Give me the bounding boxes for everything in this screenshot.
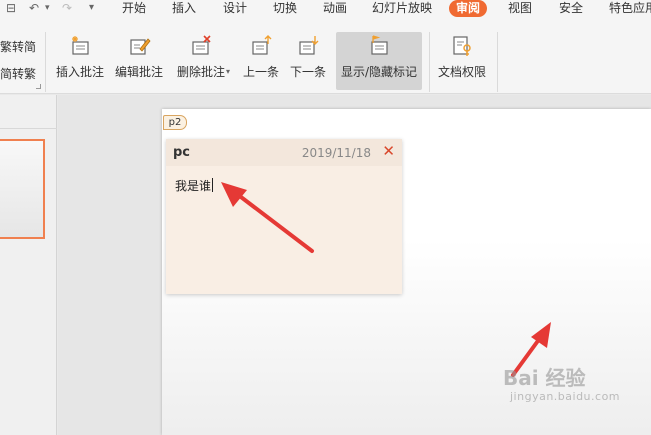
comment-date: 2019/11/18 [301,146,371,160]
document-icon[interactable]: ⊟ [6,0,16,16]
ribbon-divider [497,32,498,92]
delete-comment-button[interactable]: 删除批注 [172,34,230,86]
insert-comment-label: 插入批注 [55,65,104,79]
next-comment-icon [299,36,319,55]
menu-slideshow[interactable]: 幻灯片放映 [372,0,432,18]
document-permissions-button[interactable]: 文档权限 [437,34,487,86]
comment-text-field[interactable]: 我是谁 [175,177,214,194]
menu-review[interactable]: 审阅 [449,0,488,17]
watermark-url: jingyan.baidu.com [510,390,621,403]
previous-comment-icon [252,35,272,55]
show-hide-markup-icon [371,35,388,55]
previous-comment-button[interactable]: 上一条 [242,34,280,86]
close-icon[interactable]: ✕ [382,143,395,159]
watermark-logo-text: Bai 经验 [503,366,586,390]
previous-comment-label: 上一条 [242,65,279,79]
traditional-to-simplified-button[interactable]: 繁转简 [0,38,36,55]
comment-header: pc 2019/11/18 ✕ [166,139,402,166]
ribbon-divider [45,32,46,92]
menu-transitions[interactable]: 切换 [273,0,297,18]
delete-comment-dropdown-icon[interactable]: ▾ [226,67,230,76]
menu-animations[interactable]: 动画 [323,0,347,18]
show-hide-markup-button[interactable]: 显示/隐藏标记 [336,32,422,90]
comment-text: 我是谁 [175,179,212,193]
menu-view[interactable]: 视图 [508,0,532,18]
menu-security[interactable]: 安全 [559,0,583,18]
ribbon-divider [429,32,430,92]
next-comment-button[interactable]: 下一条 [289,34,327,86]
redo-icon[interactable]: ↷ [62,0,72,16]
dialog-launcher-icon[interactable] [36,84,41,89]
review-ribbon: 繁转简 简转繁 插入批注 编辑批注 删除批注 ▾ 上一条 下一条 显示/隐藏标记… [0,18,651,94]
comment-marker[interactable]: p2 [163,115,187,130]
edit-comment-button[interactable]: 编辑批注 [114,34,164,86]
baidu-watermark: Bai 经验 jingyan.baidu.com [503,362,651,412]
comment-card[interactable]: pc 2019/11/18 ✕ 我是谁 [166,139,402,294]
simplified-to-traditional-button[interactable]: 简转繁 [0,65,36,82]
comment-author: pc [173,145,191,160]
insert-comment-button[interactable]: 插入批注 [55,34,105,86]
undo-dropdown-icon[interactable]: ▾ [45,0,50,16]
edit-comment-icon [130,38,151,55]
next-comment-label: 下一条 [289,65,326,79]
delete-comment-label: 删除批注 [176,65,225,79]
menu-bar: ⊟ ↶ ▾ ↷ ▾ 开始 插入 设计 切换 动画 幻灯片放映 审阅 视图 安全 … [0,0,651,18]
slide-thumbnail-panel[interactable] [0,95,57,435]
customize-toolbar-icon[interactable]: ▾ [89,0,94,16]
delete-comment-icon [192,35,211,55]
insert-comment-icon [72,36,89,55]
panel-divider [0,128,57,129]
wps-presentation-window: ⊟ ↶ ▾ ↷ ▾ 开始 插入 设计 切换 动画 幻灯片放映 审阅 视图 安全 … [0,0,651,435]
document-permissions-label: 文档权限 [437,65,486,79]
document-permissions-icon [453,36,471,56]
menu-insert[interactable]: 插入 [172,0,196,18]
menu-special-apps[interactable]: 特色应用 [609,0,651,18]
show-hide-markup-label: 显示/隐藏标记 [340,65,418,79]
edit-comment-label: 编辑批注 [114,65,163,79]
text-cursor [212,178,214,192]
undo-icon[interactable]: ↶ [29,0,39,16]
menu-home[interactable]: 开始 [122,0,146,18]
menu-design[interactable]: 设计 [223,0,247,18]
slide-thumbnail[interactable] [0,139,45,239]
